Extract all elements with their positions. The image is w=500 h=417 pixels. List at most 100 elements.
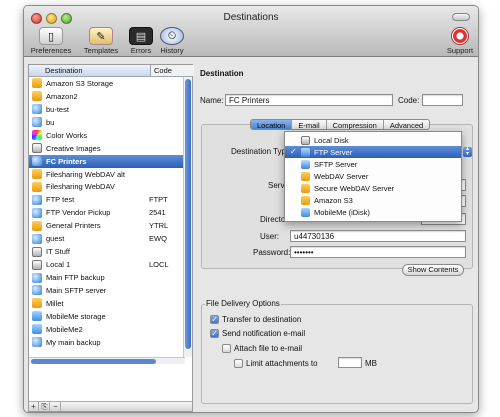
menu-option[interactable]: MobileMe (iDisk)	[285, 206, 461, 218]
toolbar-support-button[interactable]: Support	[440, 27, 478, 55]
tab-bar: Location E-mail Compression Advanced	[250, 119, 431, 130]
destinations-list: Destination Code Amazon S3 Storage Amazon…	[28, 64, 194, 412]
list-item[interactable]: Creative Images	[29, 142, 185, 155]
list-item-name: IT Stuff	[46, 247, 70, 257]
user-label: User:	[260, 232, 280, 241]
limit-label: Limit attachments to	[246, 359, 318, 368]
vertical-scrollbar[interactable]	[183, 77, 192, 357]
list-item[interactable]: FTP test FTPT	[29, 193, 185, 206]
toolbar-history-button[interactable]: ⏲ History	[147, 27, 197, 55]
history-icon: ⏲	[160, 27, 184, 45]
show-contents-button[interactable]: Show Contents	[402, 264, 464, 276]
disk-icon	[32, 259, 42, 270]
list-bottom-bar: + ⎘ −	[29, 401, 192, 411]
destination-rows: Amazon S3 Storage Amazon2 bu-test bu Color W…	[29, 77, 185, 349]
menu-option-label: FTP Server	[314, 147, 353, 157]
menu-option-label: Local Disk	[314, 135, 349, 145]
list-item[interactable]: FTP Vendor Pickup 2541	[29, 206, 185, 219]
list-item[interactable]: Filesharing WebDAV alt	[29, 168, 185, 181]
list-item-name: bu	[46, 117, 55, 127]
limit-size-field[interactable]	[338, 357, 362, 368]
transfer-checkbox[interactable]: ✓	[210, 315, 219, 324]
tab-compression[interactable]: Compression	[327, 120, 384, 129]
list-item-name: bu-test	[46, 104, 69, 114]
menu-option[interactable]: ✓ FTP Server	[285, 146, 461, 158]
tab-location[interactable]: Location	[251, 120, 293, 129]
list-item-name: guest	[46, 234, 65, 244]
list-item-name: FTP test	[46, 195, 75, 205]
menu-option[interactable]: SFTP Server	[285, 158, 461, 170]
attach-label: Attach file to e-mail	[234, 344, 303, 353]
list-item[interactable]: Filesharing WebDAV	[29, 181, 185, 194]
notify-checkbox[interactable]: ✓	[210, 329, 219, 338]
window-title: Destinations	[223, 12, 279, 23]
list-item-name: Amazon S3 Storage	[46, 78, 114, 88]
limit-checkbox[interactable]	[234, 359, 243, 368]
globe-icon	[32, 156, 42, 167]
toolbar-preferences-button[interactable]: ▯ Preferences	[26, 27, 76, 55]
list-item[interactable]: guest EWQ	[29, 232, 185, 245]
menu-option-label: MobileMe (iDisk)	[314, 207, 370, 217]
list-item[interactable]: bu-test	[29, 103, 185, 116]
list-item[interactable]: Color Works	[29, 129, 185, 142]
toolbar-support-label: Support	[446, 46, 474, 55]
globe-icon	[32, 285, 42, 296]
package-icon	[301, 183, 310, 193]
add-destination-button[interactable]: +	[29, 402, 39, 411]
globe-icon	[32, 194, 42, 205]
code-field[interactable]	[422, 94, 463, 106]
preferences-icon: ▯	[39, 27, 63, 45]
duplicate-destination-button[interactable]: ⎘	[40, 402, 50, 411]
list-item[interactable]: My main backup	[29, 336, 185, 349]
name-label: Name:	[200, 96, 224, 105]
list-item[interactable]: IT Stuff	[29, 245, 185, 258]
attach-checkbox[interactable]	[222, 344, 231, 353]
mobileme-icon	[32, 311, 42, 322]
password-field[interactable]: •••••••	[290, 246, 466, 258]
code-label: Code:	[398, 96, 420, 105]
transfer-label: Transfer to destination	[222, 315, 302, 324]
list-item[interactable]: MobileMe storage	[29, 310, 185, 323]
list-item[interactable]: General Printers YTRL	[29, 219, 185, 232]
list-item-code: YTRL	[149, 221, 169, 231]
remove-destination-button[interactable]: −	[51, 402, 61, 411]
menu-option[interactable]: WebDAV Server	[285, 170, 461, 182]
menu-option-label: Amazon S3	[314, 195, 353, 205]
menu-option-label: WebDAV Server	[314, 171, 369, 181]
list-item-name: Millet	[46, 298, 64, 308]
tab-advanced[interactable]: Advanced	[384, 120, 429, 129]
column-code[interactable]: Code	[150, 65, 194, 76]
tab-email[interactable]: E-mail	[292, 120, 327, 129]
list-item[interactable]: Amazon S3 Storage	[29, 77, 185, 90]
package-icon	[301, 171, 310, 181]
limit-unit-label: MB	[365, 359, 377, 368]
list-item[interactable]: Main SFTP server	[29, 284, 185, 297]
list-item[interactable]: Amazon2	[29, 90, 185, 103]
vertical-scroll-thumb[interactable]	[185, 79, 191, 349]
disk-icon	[32, 246, 42, 257]
horizontal-scrollbar[interactable]	[29, 357, 185, 364]
popup-arrows-icon[interactable]: ▴ ▾	[463, 146, 472, 157]
menu-option[interactable]: Amazon S3	[285, 194, 461, 206]
list-item[interactable]: FC Printers	[29, 154, 185, 168]
ftp-server-icon	[301, 159, 310, 169]
package-icon	[301, 195, 310, 205]
name-field[interactable]: FC Printers	[225, 94, 393, 106]
list-item[interactable]: Local 1 LOCL	[29, 258, 185, 271]
menu-option[interactable]: Secure WebDAV Server	[285, 182, 461, 194]
list-item-name: Main FTP backup	[46, 273, 105, 283]
list-item-name: Filesharing WebDAV alt	[46, 169, 125, 179]
list-item[interactable]: MobileMe2	[29, 323, 185, 336]
column-destination[interactable]: Destination	[45, 66, 83, 75]
list-item[interactable]: bu	[29, 116, 185, 129]
color-wheel-icon	[32, 130, 42, 141]
horizontal-scroll-thumb[interactable]	[31, 359, 156, 364]
list-item-name: FTP Vendor Pickup	[46, 208, 111, 218]
list-item[interactable]: Millet	[29, 297, 185, 310]
globe-icon	[32, 272, 42, 283]
menu-option[interactable]: Local Disk	[285, 134, 461, 146]
globe-icon	[32, 337, 42, 348]
list-item[interactable]: Main FTP backup	[29, 271, 185, 284]
list-item-name: Creative Images	[46, 143, 101, 153]
user-field[interactable]: u44730136	[290, 230, 466, 242]
